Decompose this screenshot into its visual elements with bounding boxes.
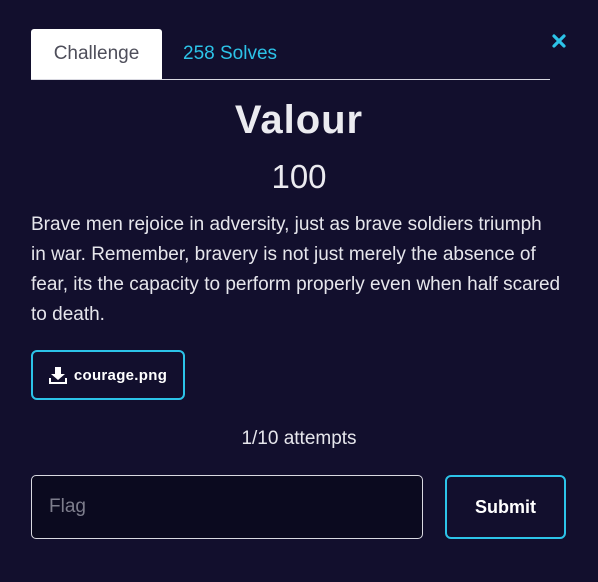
challenge-modal: Challenge 258 Solves Valour 100 Brave me…: [0, 0, 598, 582]
challenge-title: Valour: [234, 98, 364, 142]
challenge-description: Brave men rejoice in adversity, just as …: [31, 214, 561, 325]
tab-challenge[interactable]: Challenge: [31, 29, 162, 79]
tab-solves[interactable]: 258 Solves: [162, 29, 298, 79]
attempts-counter: 1/10 attempts: [241, 428, 357, 449]
challenge-tabs: Challenge 258 Solves: [31, 28, 550, 80]
close-icon: [552, 34, 566, 48]
flag-input[interactable]: [31, 475, 423, 539]
file-name: courage.png: [73, 366, 168, 384]
download-icon: [48, 367, 67, 384]
submit-button[interactable]: Submit: [445, 475, 566, 539]
close-button[interactable]: [548, 30, 570, 52]
challenge-points: 100: [271, 158, 327, 195]
download-file-button[interactable]: courage.png: [31, 350, 185, 400]
